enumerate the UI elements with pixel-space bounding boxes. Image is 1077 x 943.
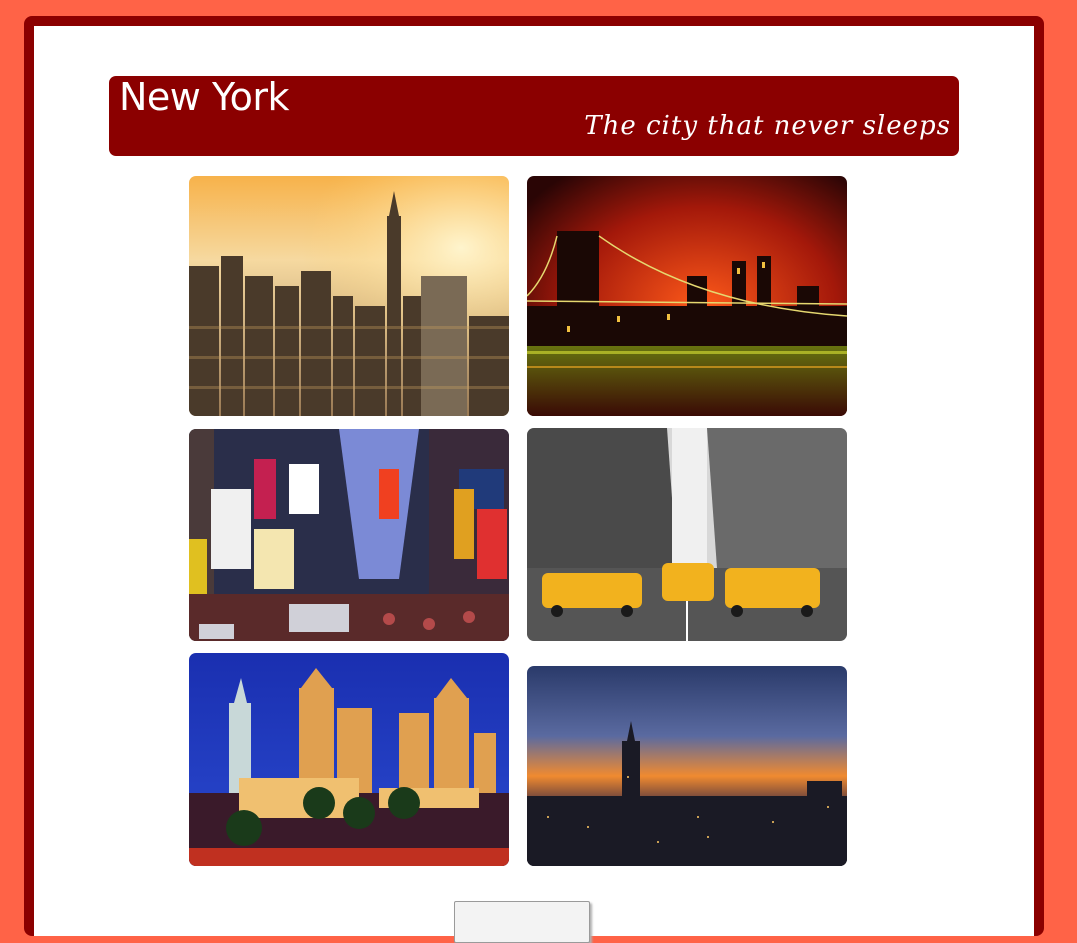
footer-button[interactable] <box>454 901 590 943</box>
photo-yellow-taxis-image <box>527 428 847 641</box>
page-header: New York The city that never sleeps <box>109 76 959 156</box>
photo-skyline-dusk[interactable] <box>527 666 847 866</box>
photo-skyline-sunset-image <box>189 176 509 416</box>
page-subtitle: The city that never sleeps <box>584 111 951 141</box>
page-content: New York The city that never sleeps <box>34 26 1034 943</box>
photo-times-square-image <box>189 429 509 641</box>
page-title: New York <box>119 75 290 119</box>
page-frame: New York The city that never sleeps <box>24 16 1044 943</box>
photo-new-york-casino-image <box>189 653 509 866</box>
photo-skyline-dusk-image <box>527 666 847 866</box>
photo-brooklyn-bridge-image <box>527 176 847 416</box>
photo-yellow-taxis[interactable] <box>527 428 847 641</box>
photo-times-square[interactable] <box>189 429 509 641</box>
photo-brooklyn-bridge[interactable] <box>527 176 847 416</box>
photo-skyline-sunset[interactable] <box>189 176 509 416</box>
photo-new-york-casino[interactable] <box>189 653 509 866</box>
